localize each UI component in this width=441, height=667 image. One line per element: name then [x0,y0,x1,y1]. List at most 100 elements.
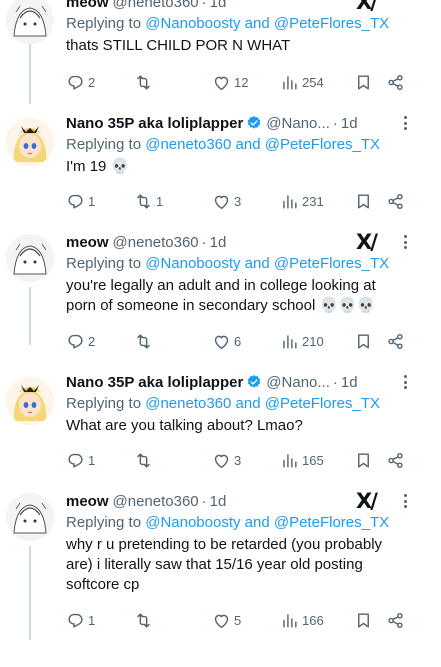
display-name[interactable]: meow [66,493,109,510]
x-logo-icon: X/ [356,230,378,254]
reply-count: 1 [88,452,96,468]
user-handle[interactable]: @neneto360 [113,0,199,11]
reply-button[interactable]: 2 [66,71,95,93]
share-button[interactable] [386,71,405,93]
display-name[interactable]: meow [66,234,109,251]
views-button[interactable]: 166 [280,609,324,631]
like-button[interactable]: 3 [212,190,241,212]
views-icon [283,75,297,90]
retweet-button[interactable]: 1 [134,190,163,212]
timestamp[interactable]: 1d [210,0,227,11]
retweet-icon [137,452,150,468]
action-bar-1: 1 1 3 231 [66,190,414,212]
views-count: 254 [302,74,324,90]
tweet-text: thats STILL CHILD POR N WHAT [66,37,291,54]
like-button[interactable]: 12 [212,71,248,93]
views-count: 165 [302,452,324,468]
views-icon [283,334,297,349]
share-button[interactable] [386,330,405,352]
user-handle[interactable]: @neneto360 [113,234,199,251]
action-bar-4: 1 5 166 [66,609,414,631]
replying-prefix: Replying to [66,395,142,412]
views-button[interactable]: 231 [280,190,324,212]
display-name[interactable]: Nano 35P aka loliplapper [66,115,243,132]
verified-badge-icon [247,375,261,388]
bookmark-button[interactable] [354,609,373,631]
bookmark-button[interactable] [354,190,373,212]
more-icon[interactable] [398,491,412,511]
replying-to: Replying to @neneto360 and @PeteFlores_T… [66,394,406,414]
more-icon[interactable] [398,372,412,392]
timestamp[interactable]: 1d [210,493,227,510]
avatar-nano[interactable] [6,377,54,425]
views-button[interactable]: 165 [280,449,324,471]
avatar-nano[interactable] [6,118,54,166]
replying-mentions[interactable]: @Nanoboosty and @PeteFlores_TX [145,15,389,32]
replying-prefix: Replying to [66,514,142,531]
share-button[interactable] [386,190,405,212]
views-icon [283,194,297,209]
like-icon [214,454,229,468]
user-handle[interactable]: @neneto360 [113,493,199,510]
reply-count: 2 [88,74,96,90]
retweet-button[interactable] [134,330,153,352]
reply-button[interactable]: 2 [66,330,95,352]
bookmark-button[interactable] [354,449,373,471]
tweet-4-body: meow @neneto360 · 1d Replying to @Nanobo… [66,490,406,595]
reply-button[interactable]: 1 [66,449,95,471]
display-name[interactable]: meow [66,0,109,11]
display-name[interactable]: Nano 35P aka loliplapper [66,374,243,391]
user-handle[interactable]: @Nano... [266,115,330,132]
like-button[interactable]: 6 [212,330,241,352]
retweet-icon [137,74,150,90]
separator-dot: · [332,114,338,132]
like-button[interactable]: 5 [212,609,241,631]
views-button[interactable]: 254 [280,71,324,93]
share-button[interactable] [386,449,405,471]
reply-count: 2 [88,333,96,349]
replying-mentions[interactable]: @Nanoboosty and @PeteFlores_TX [145,255,389,272]
tweet-text: you're legally an adult and in college l… [66,277,376,314]
views-icon [283,613,297,628]
reply-count: 1 [88,193,96,209]
reply-icon [68,613,83,628]
like-button[interactable]: 3 [212,449,241,471]
views-count: 210 [302,333,324,349]
bookmark-icon [358,74,369,90]
replying-to: Replying to @Nanoboosty and @PeteFlores_… [66,14,406,34]
views-count: 231 [302,193,324,209]
avatar-meow[interactable] [6,0,54,44]
avatar-meow[interactable] [6,234,54,282]
share-icon [388,193,403,209]
retweet-button[interactable] [134,71,153,93]
replying-mentions[interactable]: @neneto360 and @PeteFlores_TX [145,395,380,412]
like-count: 3 [234,193,242,209]
replying-mentions[interactable]: @Nanoboosty and @PeteFlores_TX [145,514,389,531]
share-icon [388,612,403,628]
avatar-meow[interactable] [6,493,54,541]
more-icon[interactable] [398,232,412,252]
retweet-button[interactable] [134,449,153,471]
reply-button[interactable]: 1 [66,190,95,212]
views-button[interactable]: 210 [280,330,324,352]
replying-mentions[interactable]: @neneto360 and @PeteFlores_TX [145,136,380,153]
user-handle[interactable]: @Nano... [266,374,330,391]
tweet-header: Nano 35P aka loliplapper @Nano... · 1d [66,371,406,393]
views-icon [283,453,297,468]
reply-icon [68,194,83,209]
timestamp[interactable]: 1d [341,115,358,132]
timestamp[interactable]: 1d [210,234,227,251]
retweet-button[interactable] [134,609,153,631]
share-button[interactable] [386,609,405,631]
bookmark-icon [358,193,369,209]
more-icon[interactable] [398,113,412,133]
timestamp[interactable]: 1d [341,374,358,391]
share-icon [388,333,403,349]
replying-prefix: Replying to [66,15,142,32]
reply-button[interactable]: 1 [66,609,95,631]
bookmark-button[interactable] [354,330,373,352]
bookmark-button[interactable] [354,71,373,93]
retweet-icon [137,612,150,628]
like-count: 3 [234,452,242,468]
reply-count: 1 [88,612,96,628]
